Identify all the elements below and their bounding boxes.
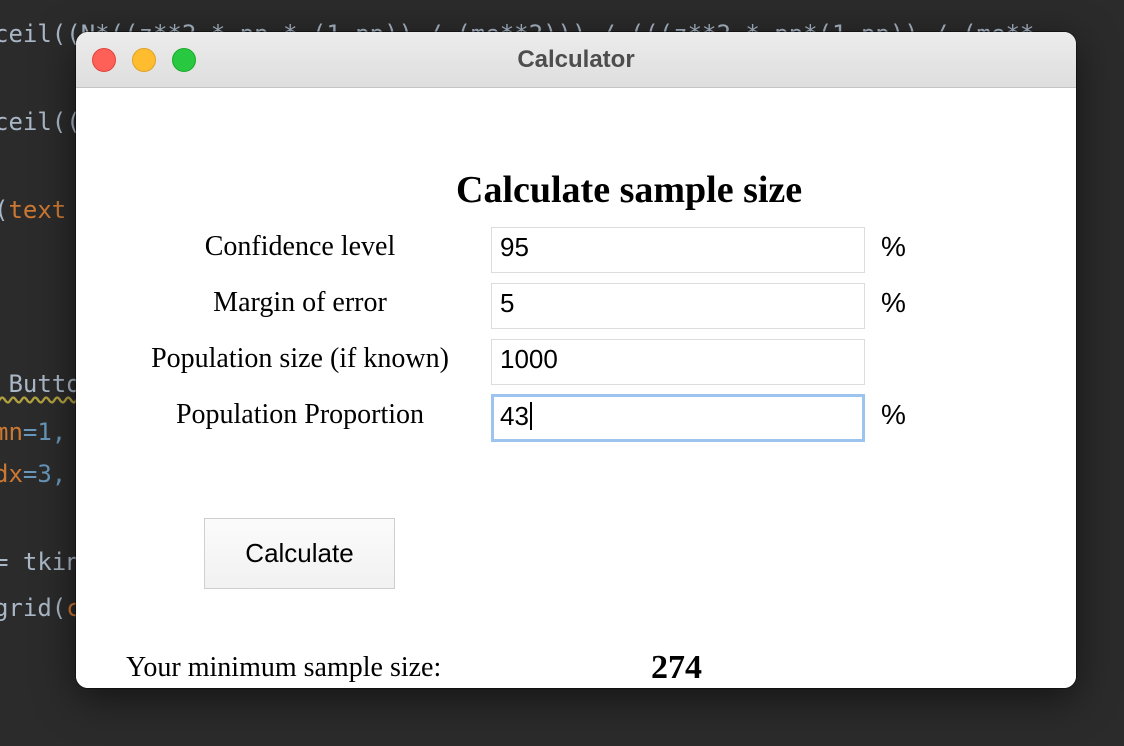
confidence-level-label: Confidence level — [204, 231, 396, 262]
form-heading: Calculate sample size — [456, 169, 803, 211]
code-line-5: mn=1, — [0, 418, 67, 446]
code-line-2: ceil(( — [0, 108, 81, 136]
window-title: Calculator — [517, 46, 635, 73]
population-proportion-value: 43 — [500, 401, 529, 431]
margin-of-error-unit: % — [881, 287, 906, 318]
population-size-label: Population size (if known) — [151, 343, 449, 374]
code-line-7: = tkin — [0, 548, 81, 576]
population-proportion-unit: % — [881, 399, 906, 430]
population-size-input[interactable]: 1000 — [491, 339, 865, 385]
result-label: Your minimum sample size: — [126, 652, 442, 683]
calculate-button[interactable]: Calculate — [204, 518, 395, 589]
margin-of-error-input[interactable]: 5 — [491, 283, 865, 329]
code-line-4: Butto — [0, 370, 81, 398]
code-line-8: grid(c — [0, 594, 81, 622]
population-proportion-label: Population Proportion — [175, 399, 425, 430]
confidence-level-input[interactable]: 95 — [491, 227, 865, 273]
code-line-3: (text — [0, 196, 67, 224]
text-caret — [529, 402, 532, 430]
confidence-level-unit: % — [881, 231, 906, 262]
result-value: 274 — [651, 649, 702, 686]
calculator-form: Calculate sample size Confidence level 9… — [76, 88, 1076, 688]
calculator-window: Calculator Calculate sample size Confide… — [76, 32, 1076, 688]
code-line-6: dx=3, — [0, 460, 67, 488]
margin-of-error-label: Margin of error — [213, 287, 387, 318]
title-bar[interactable]: Calculator — [76, 32, 1076, 88]
population-proportion-input[interactable]: 43 — [491, 394, 865, 442]
